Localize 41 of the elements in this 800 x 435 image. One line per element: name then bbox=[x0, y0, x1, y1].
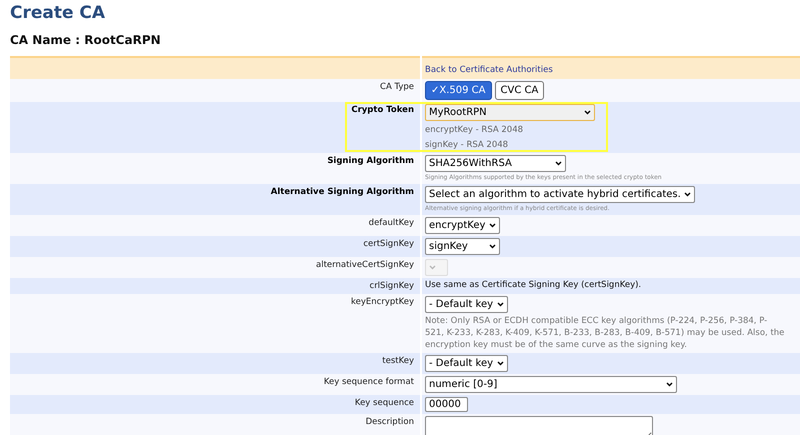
text-area[interactable] bbox=[425, 416, 653, 435]
field-label: Key sequence bbox=[354, 398, 414, 408]
field-label: Crypto Token bbox=[351, 105, 414, 115]
field-label: testKey bbox=[382, 356, 414, 366]
field-label: Description bbox=[366, 417, 414, 427]
key-info-text: encryptKey - RSA 2048 bbox=[425, 125, 524, 136]
input-field[interactable]: 00000 bbox=[425, 397, 468, 412]
dropdown[interactable]: encryptKey bbox=[425, 217, 500, 234]
field-label: certSignKey bbox=[363, 239, 414, 249]
chevron-down-icon bbox=[429, 265, 436, 270]
chevron-down-icon bbox=[497, 361, 504, 366]
field-label: Signing Algorithm bbox=[327, 156, 414, 166]
chevron-down-icon bbox=[666, 382, 673, 387]
dropdown[interactable]: signKey bbox=[425, 238, 500, 255]
note-text: Note: Only RSA or ECDH compatible ECC key algorithms (P-224, P-256, P-384, P-521, K-233, K-283, K-409, K-571, B-233, B-283, B-409, B-571) may be used. Also, the encryption key must be of the same curve as the signing key. bbox=[425, 315, 785, 351]
value-text: Use same as Certificate Signing Key (certSignKey). bbox=[425, 280, 642, 290]
chevron-down-icon bbox=[497, 302, 504, 307]
field-label: Key sequence format bbox=[324, 377, 414, 387]
chevron-down-icon bbox=[489, 223, 496, 228]
dropdown[interactable]: SHA256WithRSA bbox=[425, 155, 566, 172]
field-label: alternativeCertSignKey bbox=[316, 260, 414, 270]
chevron-down-icon bbox=[489, 244, 496, 249]
back-link[interactable]: Back to Certificate Authorities bbox=[425, 65, 553, 75]
ca-type-toggle[interactable]: ✓X.509 CA bbox=[425, 81, 492, 100]
ca-name-heading: CA Name : RootCaRPN bbox=[10, 33, 162, 47]
dropdown[interactable]: Select an algorithm to activate hybrid certificates. bbox=[425, 186, 695, 203]
key-info-text: signKey - RSA 2048 bbox=[425, 140, 510, 151]
ca-type-toggle[interactable]: CVC CA bbox=[494, 81, 544, 100]
field-label: CA Type bbox=[380, 82, 414, 92]
field-label: Alternative Signing Algorithm bbox=[270, 187, 414, 197]
field-label: defaultKey bbox=[368, 218, 414, 228]
page-title: Create CA bbox=[10, 3, 106, 23]
dropdown[interactable]: - Default key bbox=[425, 355, 508, 372]
dropdown[interactable]: - Default key bbox=[425, 296, 508, 313]
chevron-down-icon bbox=[555, 161, 562, 166]
field-label: crlSignKey bbox=[370, 281, 414, 291]
dropdown[interactable]: MyRootRPN bbox=[425, 104, 595, 121]
field-label: keyEncryptKey bbox=[351, 297, 414, 307]
chevron-down-icon bbox=[684, 192, 691, 197]
chevron-down-icon bbox=[584, 110, 591, 115]
dropdown[interactable]: numeric [0-9] bbox=[425, 376, 677, 393]
